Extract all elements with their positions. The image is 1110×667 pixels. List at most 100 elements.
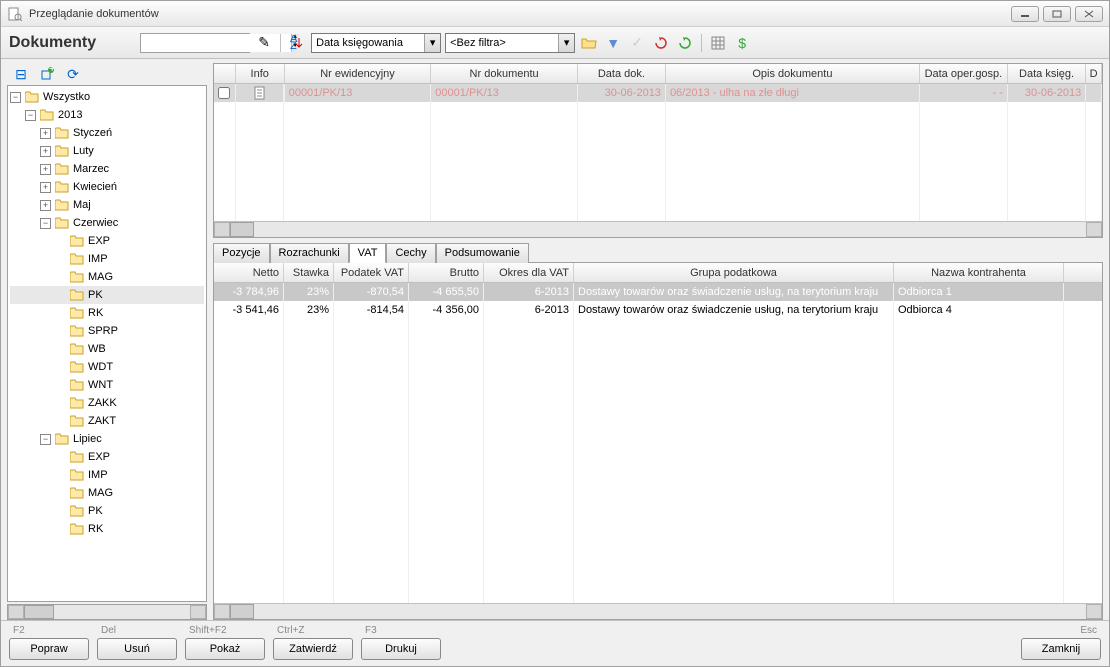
column-header[interactable]: Info <box>236 64 285 83</box>
maximize-button[interactable] <box>1043 6 1071 22</box>
tree-node[interactable]: +Styczeń <box>10 124 204 142</box>
zatwierdź-button[interactable]: Zatwierdź <box>273 638 353 660</box>
grid-icon[interactable] <box>708 33 728 53</box>
tree-node[interactable]: +Marzec <box>10 160 204 178</box>
tab-pozycje[interactable]: Pozycje <box>213 243 270 263</box>
folder-open-icon[interactable] <box>579 33 599 53</box>
close-button[interactable] <box>1075 6 1103 22</box>
folder-icon <box>40 109 54 121</box>
vat-grid[interactable]: NettoStawkaPodatek VATBruttoOkres dla VA… <box>213 262 1103 620</box>
tree-node[interactable]: EXP <box>10 232 204 250</box>
tree-node[interactable]: WB <box>10 340 204 358</box>
refresh-red-icon[interactable] <box>651 33 671 53</box>
tree-node[interactable]: + Kwiecień <box>10 178 204 196</box>
table-row[interactable]: 00001/PK/1300001/PK/1330-06-201306/2013 … <box>214 84 1102 102</box>
column-header[interactable]: Brutto <box>409 263 484 282</box>
tree-add-icon[interactable]: + <box>37 64 57 84</box>
popraw-button[interactable]: Popraw <box>9 638 89 660</box>
tree-node[interactable]: PK <box>10 502 204 520</box>
column-header[interactable]: Nazwa kontrahenta <box>894 263 1064 282</box>
table-row[interactable]: -3 784,9623%-870,54-4 655,506-2013Dostaw… <box>214 283 1102 301</box>
column-header[interactable]: Grupa podatkowa <box>574 263 894 282</box>
tab-rozrachunki[interactable]: Rozrachunki <box>270 243 349 263</box>
column-header[interactable]: Data oper.gosp. <box>920 64 1008 83</box>
tree-node[interactable]: −Lipiec <box>10 430 204 448</box>
tree-node[interactable]: −Czerwiec <box>10 214 204 232</box>
sort-icon[interactable]: AZ <box>287 33 307 53</box>
tree-node[interactable]: −2013 <box>10 106 204 124</box>
column-header[interactable]: Stawka <box>284 263 334 282</box>
folder-icon <box>55 199 69 211</box>
grid-hscrollbar[interactable] <box>214 221 1102 237</box>
drukuj-button[interactable]: Drukuj <box>361 638 441 660</box>
filter-combo[interactable]: <Bez filtra> ▾ <box>445 33 575 53</box>
row-checkbox[interactable] <box>218 87 230 99</box>
tree-node[interactable]: ZAKT <box>10 412 204 430</box>
sort-field-combo[interactable]: Data księgowania ▾ <box>311 33 441 53</box>
folder-tree[interactable]: −Wszystko−2013+Styczeń+Luty+Marzec+Kwiec… <box>7 85 207 602</box>
column-header[interactable]: Podatek VAT <box>334 263 409 282</box>
documents-grid[interactable]: InfoNr ewidencyjnyNr dokumentuData dok.O… <box>213 63 1103 238</box>
tree-toggle-icon[interactable]: + <box>40 200 51 211</box>
column-header[interactable] <box>214 64 236 83</box>
tree-toggle-icon[interactable]: − <box>40 434 51 445</box>
tree-hscrollbar[interactable] <box>7 604 207 620</box>
tree-toggle-icon[interactable]: − <box>25 110 36 121</box>
tab-vat[interactable]: VAT <box>349 243 387 263</box>
close-button[interactable]: Zamknij <box>1021 638 1101 660</box>
tree-node[interactable]: +Luty <box>10 142 204 160</box>
tree-node[interactable]: IMP <box>10 250 204 268</box>
refresh-green-icon[interactable] <box>675 33 695 53</box>
tree-collapse-icon[interactable]: ⊟ <box>11 64 31 84</box>
grid-hscrollbar[interactable] <box>214 603 1102 619</box>
column-header[interactable]: Okres dla VAT <box>484 263 574 282</box>
tree-toggle-icon[interactable]: + <box>40 146 51 157</box>
column-header[interactable]: Data księg. <box>1008 64 1086 83</box>
column-header[interactable]: Data dok. <box>578 64 666 83</box>
tree-node[interactable]: ZAKK <box>10 394 204 412</box>
column-header[interactable]: Netto <box>214 263 284 282</box>
edit-icon[interactable]: ✎ <box>254 33 274 53</box>
app-window: Przeglądanie dokumentów Dokumenty ▲▼ ✎ A… <box>0 0 1110 667</box>
tree-node[interactable]: RK <box>10 520 204 538</box>
tree-toggle-icon[interactable]: − <box>40 218 51 229</box>
clear-filter-icon[interactable]: ✓ <box>627 33 647 53</box>
folder-icon <box>55 181 69 193</box>
tree-toggle-icon[interactable]: + <box>40 128 51 139</box>
tree-node[interactable]: SPRP <box>10 322 204 340</box>
tree-toggle-icon[interactable]: − <box>10 92 21 103</box>
tree-node[interactable]: RK <box>10 304 204 322</box>
tree-node[interactable]: WNT <box>10 376 204 394</box>
tree-label: Kwiecień <box>73 181 117 193</box>
tree-node[interactable]: MAG <box>10 484 204 502</box>
money-icon[interactable]: $ <box>732 33 752 53</box>
column-header[interactable]: Opis dokumentu <box>666 64 920 83</box>
funnel-icon[interactable]: ▼ <box>603 33 623 53</box>
chevron-down-icon[interactable]: ▾ <box>424 34 440 52</box>
column-header[interactable]: Nr ewidencyjny <box>285 64 432 83</box>
scroll-left-icon[interactable] <box>8 605 24 619</box>
tree-node[interactable]: MAG <box>10 268 204 286</box>
tree-toggle-icon[interactable]: + <box>40 182 51 193</box>
column-header[interactable]: D <box>1086 64 1102 83</box>
tree-node[interactable]: −Wszystko <box>10 88 204 106</box>
minimize-button[interactable] <box>1011 6 1039 22</box>
pokaż-button[interactable]: Pokaż <box>185 638 265 660</box>
number-spinner[interactable]: ▲▼ <box>140 33 250 53</box>
tree-node[interactable]: PK <box>10 286 204 304</box>
tree-node[interactable]: +Maj <box>10 196 204 214</box>
chevron-down-icon[interactable]: ▾ <box>558 34 574 52</box>
tab-cechy[interactable]: Cechy <box>386 243 435 263</box>
tree-node[interactable]: EXP <box>10 448 204 466</box>
svg-text:+: + <box>49 67 54 75</box>
column-header[interactable]: Nr dokumentu <box>431 64 578 83</box>
tree-node[interactable]: IMP <box>10 466 204 484</box>
folder-icon <box>55 127 69 139</box>
tab-podsumowanie[interactable]: Podsumowanie <box>436 243 529 263</box>
tree-toggle-icon[interactable]: + <box>40 164 51 175</box>
usuń-button[interactable]: Usuń <box>97 638 177 660</box>
scroll-right-icon[interactable] <box>190 605 206 619</box>
tree-node[interactable]: WDT <box>10 358 204 376</box>
table-row[interactable]: -3 541,4623%-814,54-4 356,006-2013Dostaw… <box>214 301 1102 319</box>
tree-refresh-icon[interactable]: ⟳ <box>63 64 83 84</box>
